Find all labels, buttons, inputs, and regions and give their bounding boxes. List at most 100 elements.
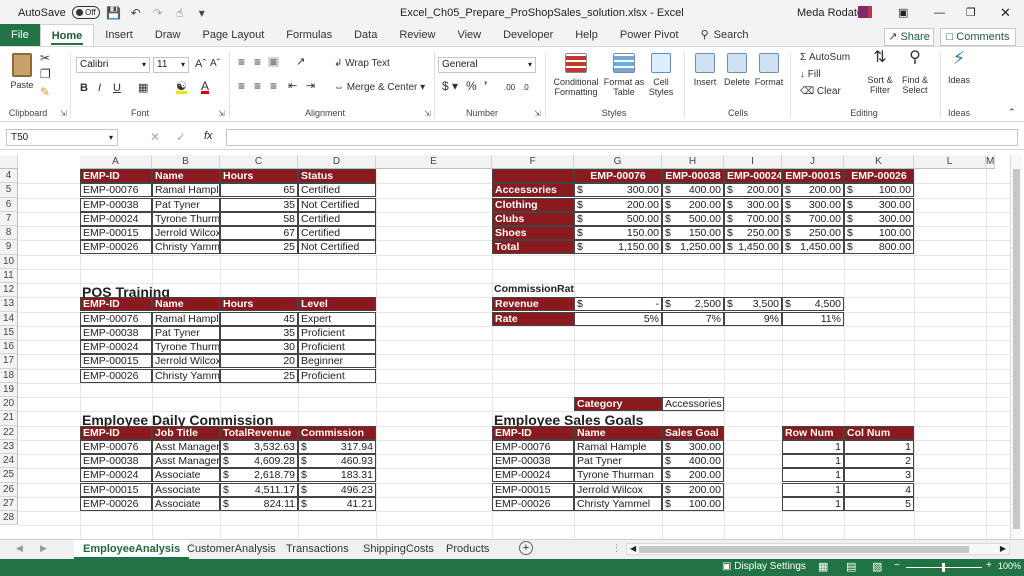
cell[interactable]: Revenue [492,297,574,312]
zoom-in-icon[interactable]: + [986,560,992,571]
cell[interactable]: Asst Manager [152,454,220,468]
cell[interactable]: EMP-ID [492,425,574,440]
sheet-tab-transactions[interactable]: Transactions [277,540,358,559]
find-select-button[interactable]: ⚲ Find & Select [898,50,932,96]
cell[interactable]: 35 [220,197,298,212]
cell[interactable] [492,169,574,183]
cell[interactable]: $100.00 [844,183,914,198]
row-header-8[interactable]: 8 [0,226,18,241]
font-name-select[interactable]: Calibri ▾ [76,57,150,73]
cell[interactable]: EMP-00026 [80,496,152,511]
align-right-icon[interactable]: ≡ [270,80,277,92]
cell[interactable]: 20 [220,354,298,369]
horizontal-scrollbar[interactable]: ◀ ▶ [626,543,1010,555]
increase-indent-icon[interactable]: ⇥ [306,81,315,92]
column-header-f[interactable]: F [492,155,574,169]
cell[interactable]: Expert [298,311,376,326]
tab-formulas[interactable]: Formulas [275,24,343,46]
cell[interactable]: $400.00 [662,454,724,468]
decrease-indent-icon[interactable]: ⇤ [288,81,297,92]
cell[interactable]: EMP-00038 [80,197,152,212]
cell[interactable]: $250.00 [724,226,782,240]
minimize-icon[interactable]: — [934,7,945,19]
cell[interactable]: 11% [782,311,844,326]
cell[interactable]: EMP-00026 [80,368,152,383]
cell[interactable]: Col Num [844,425,914,440]
sheet-tab-products[interactable]: Products [437,540,498,559]
cell[interactable]: EMP-00076 [574,169,662,183]
fill-button[interactable]: ↓ Fill [800,70,821,80]
column-header-j[interactable]: J [782,155,844,169]
cell[interactable]: 1 [782,439,844,454]
tab-home[interactable]: Home [39,24,95,46]
cell[interactable]: Ramal Hample [152,311,220,326]
cell[interactable]: EMP-00015 [80,226,152,240]
cell[interactable]: Accessories [662,397,724,411]
cell[interactable]: Certified [298,183,376,198]
user-name[interactable]: Meda Rodate [797,7,863,19]
column-header-d[interactable]: D [298,155,376,169]
cell[interactable]: Sales Goal [662,425,724,440]
row-header-13[interactable]: 13 [0,297,18,312]
cell[interactable]: EMP-00015 [80,482,152,497]
select-all-corner[interactable] [0,155,18,169]
cell[interactable]: Christy Yammel [574,496,662,511]
row-header-20[interactable]: 20 [0,397,18,412]
font-launcher-icon[interactable]: ⇲ [218,109,225,118]
wrap-text-button[interactable]: ↲ Wrap Text [334,59,390,69]
row-header-24[interactable]: 24 [0,454,18,469]
align-middle-icon[interactable]: ≡ [254,56,261,68]
cell[interactable]: Tyrone Thurma [152,211,220,226]
cancel-icon[interactable]: ✕ [150,130,160,144]
cell[interactable]: Category [574,397,662,411]
italic-button[interactable]: I [98,83,101,94]
cell[interactable]: $824.11 [220,496,298,511]
scroll-right-icon[interactable]: ▶ [1000,544,1006,553]
cell[interactable]: Tyrone Thurma [152,340,220,354]
fill-color-icon[interactable]: ☯ [176,80,187,94]
cell[interactable]: $250.00 [782,226,844,240]
cell[interactable]: $4,511.17 [220,482,298,497]
touch-mode-icon[interactable]: ☝ [172,5,188,21]
cell[interactable]: Not Certified [298,240,376,255]
row-header-21[interactable]: 21 [0,411,18,426]
redo-icon[interactable]: ↷ [150,5,166,21]
row-header-16[interactable]: 16 [0,340,18,355]
cell[interactable]: $700.00 [782,211,844,226]
cell[interactable]: Commission [298,425,376,440]
close-icon[interactable]: ✕ [1000,5,1011,21]
cell[interactable]: 5% [574,311,662,326]
cell[interactable]: $500.00 [574,211,662,226]
cell[interactable]: $200.00 [782,183,844,198]
cell[interactable]: EMP-00076 [80,183,152,198]
cell[interactable]: EMP-00026 [492,496,574,511]
row-header-25[interactable]: 25 [0,468,18,483]
cell[interactable]: Clothing [492,197,574,212]
scroll-left-icon[interactable]: ◀ [630,544,636,553]
scroll-tabs-left-icon[interactable]: ◀ [16,543,23,554]
cell[interactable]: $150.00 [574,226,662,240]
cell[interactable]: $1,450.00 [724,240,782,255]
cell[interactable]: 30 [220,340,298,354]
cell[interactable]: $700.00 [724,211,782,226]
insert-cells-button[interactable]: Insert [690,53,720,87]
column-header-g[interactable]: G [574,155,662,169]
cell[interactable]: TotalRevenue [220,425,298,440]
decrease-font-icon[interactable]: Aˇ [210,59,220,69]
scrollbar-thumb[interactable] [1013,169,1020,529]
cell[interactable]: EMP-00024 [80,340,152,354]
zoom-slider[interactable] [906,563,982,572]
page-layout-view-icon[interactable]: ▤ [846,560,856,573]
cell[interactable]: 67 [220,226,298,240]
cell[interactable]: $4,500 [782,297,844,312]
column-header-k[interactable]: K [844,155,914,169]
cell[interactable]: $200.00 [574,197,662,212]
autosum-button[interactable]: Σ AutoSum [800,53,850,63]
cell[interactable]: EMP-00026 [80,240,152,255]
cell[interactable]: $300.00 [782,197,844,212]
delete-cells-button[interactable]: Delete [722,53,752,87]
cell[interactable]: Hours [220,169,298,183]
increase-font-icon[interactable]: Aˆ [195,59,206,70]
cell[interactable]: $200.00 [662,197,724,212]
worksheet-grid[interactable]: A B C D E F G H I J K L M 4 5 6 7 8 9 10 11 12 13 14 15 16 17 18 19 2… [0,155,1022,539]
